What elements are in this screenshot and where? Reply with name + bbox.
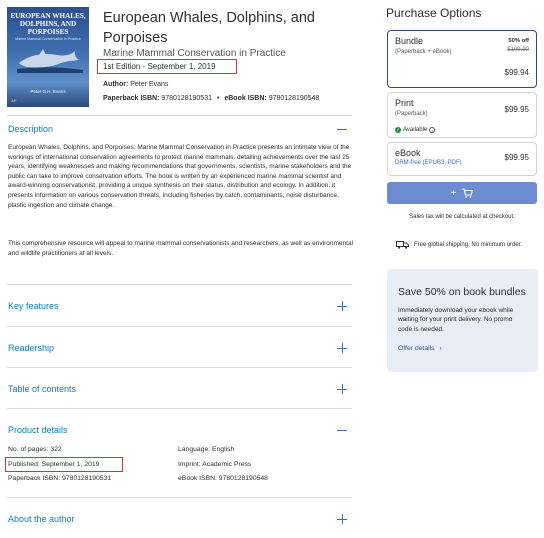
paperback-isbn-label: Paperback ISBN: <box>103 95 160 102</box>
dolphin-image <box>17 49 83 73</box>
ebook-isbn-detail: eBook ISBN: 9780128190548 <box>178 475 268 482</box>
chevron-right-icon: › <box>439 345 442 352</box>
author-line: Author: Peter Evans <box>103 81 168 88</box>
product-details-heading[interactable]: Product details <box>8 425 68 435</box>
shipping-note-row: Free global shipping. No minimum order. <box>396 241 522 249</box>
collapse-icon[interactable] <box>337 124 347 134</box>
ebook-desc: DRM-free (EPUB3, PDF) <box>395 160 462 166</box>
ebook-isbn-label: eBook ISBN: <box>224 95 267 102</box>
book-subtitle: Marine Mammal Conservation in Practice <box>103 48 286 59</box>
divider <box>7 326 352 327</box>
expand-icon[interactable] <box>337 514 347 524</box>
bundle-name: Bundle <box>395 36 424 46</box>
book-cover: EUROPEAN WHALES, DOLPHINS, AND PORPOISES… <box>7 7 89 107</box>
original-price: $199.90 <box>507 47 529 53</box>
author-label: Author: <box>103 81 129 88</box>
truck-icon <box>396 241 409 249</box>
print-name: Print <box>395 98 414 108</box>
bundle-price: $99.94 <box>504 68 529 77</box>
print-desc: (Paperback) <box>395 111 428 117</box>
cart-icon <box>462 188 474 198</box>
book-title: European Whales, Dolphins, and Porpoises <box>103 10 315 46</box>
promo-heading: Save 50% on book bundles <box>398 286 526 298</box>
key-features-heading[interactable]: Key features <box>8 301 59 311</box>
bundle-promo-card: Save 50% on book bundles Immediately dow… <box>387 269 538 372</box>
language: Language: English <box>178 446 235 453</box>
description-text-2: This comprehensive resource will appeal … <box>8 240 354 257</box>
info-icon[interactable]: i <box>429 127 436 133</box>
print-option[interactable]: Print (Paperback) ✓ Available i $99.95 <box>387 92 537 138</box>
published-highlight-box <box>5 457 123 472</box>
separator: • <box>216 95 220 102</box>
edition-highlight-box <box>97 59 237 74</box>
print-price: $99.95 <box>504 105 529 114</box>
plus-icon: + <box>450 187 457 199</box>
offer-details-label: Offer details <box>398 345 435 352</box>
purchase-options-title: Purchase Options <box>386 6 482 20</box>
ebook-isbn: 9780128190548 <box>268 95 320 102</box>
expand-icon[interactable] <box>337 301 347 311</box>
paperback-isbn-detail: Paperback ISBN: 9780128190531 <box>8 475 112 482</box>
imprint: Imprint: Academic Press <box>178 461 252 468</box>
ebook-name: eBook <box>395 148 421 158</box>
check-icon: ✓ <box>395 127 401 133</box>
tax-note: Sales tax will be calculated at checkout… <box>409 214 515 220</box>
shipping-note: Free global shipping. No minimum order. <box>414 242 523 248</box>
collapse-icon[interactable] <box>337 425 347 435</box>
promo-text: Immediately download your ebook while wa… <box>398 307 514 333</box>
isbn-line: Paperback ISBN: 9780128190531 • eBook IS… <box>103 95 319 102</box>
divider <box>7 284 352 285</box>
ebook-price: $99.95 <box>504 153 529 162</box>
divider <box>7 115 352 116</box>
cover-publisher-logo: AP <box>11 98 17 103</box>
description-heading[interactable]: Description <box>8 124 53 134</box>
expand-icon[interactable] <box>337 343 347 353</box>
add-to-cart-button[interactable]: + <box>387 182 537 204</box>
readership-heading[interactable]: Readership <box>8 343 54 353</box>
paperback-isbn: 9780128190531 <box>161 95 212 102</box>
ebook-option[interactable]: eBook DRM-free (EPUB3, PDF) $99.95 <box>387 142 537 176</box>
expand-icon[interactable] <box>337 384 347 394</box>
cover-subtitle: Marine Mammal Conservation in Practice <box>15 37 81 41</box>
divider <box>7 497 352 498</box>
discount-badge: 50% off <box>508 38 529 44</box>
cover-title: EUROPEAN WHALES, DOLPHINS, AND PORPOISES <box>10 12 86 36</box>
pages-count: No. of pages: 322 <box>8 446 62 453</box>
availability: ✓ Available i <box>395 127 436 133</box>
table-of-contents-heading[interactable]: Table of contents <box>8 384 76 394</box>
description-text: European Whales, Dolphins, and Porpoises… <box>8 144 352 209</box>
bundle-option[interactable]: Bundle (Paperback + eBook) 50% off $199.… <box>387 30 537 88</box>
cover-author: Peter G.H. Evans <box>30 89 66 94</box>
bundle-desc: (Paperback + eBook) <box>395 49 452 55</box>
availability-label: Available <box>403 127 428 133</box>
divider <box>7 408 352 409</box>
divider <box>7 367 352 368</box>
author-name[interactable]: Peter Evans <box>130 81 168 88</box>
about-author-heading[interactable]: About the author <box>8 514 75 524</box>
offer-details-link[interactable]: Offer details › <box>398 345 442 352</box>
